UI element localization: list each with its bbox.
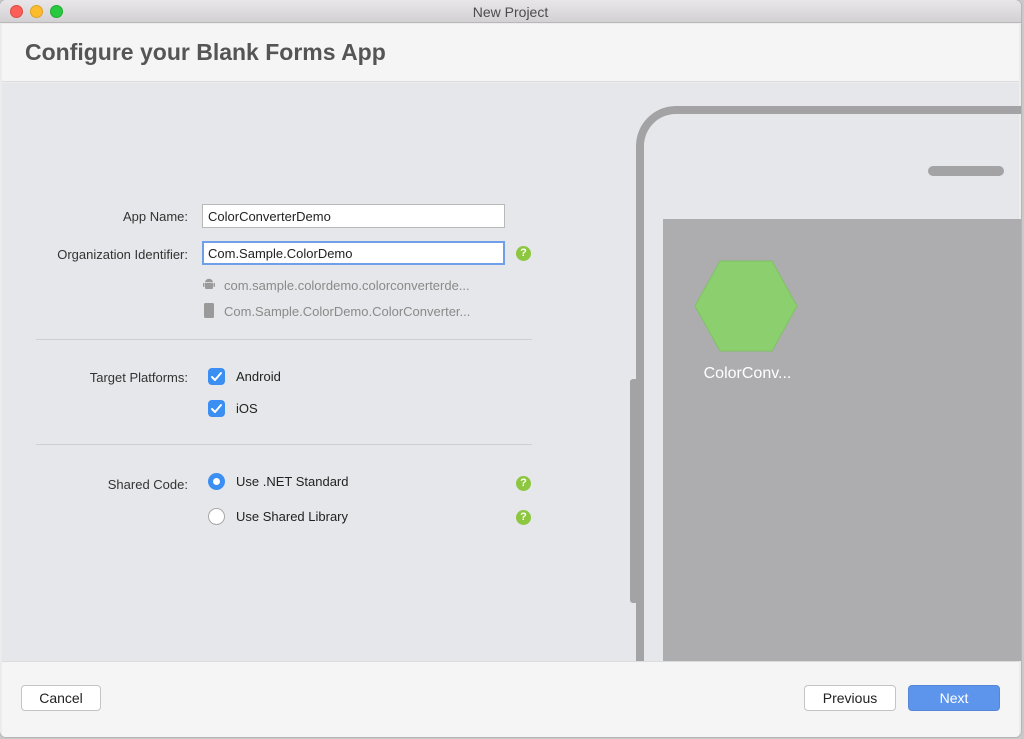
org-id-help-icon[interactable]: ? <box>516 246 531 261</box>
net-standard-label[interactable]: Use .NET Standard <box>236 474 348 489</box>
ios-label[interactable]: iOS <box>236 401 258 416</box>
section-divider <box>36 444 532 445</box>
android-label[interactable]: Android <box>236 369 281 384</box>
app-preview-name: ColorConv... <box>690 365 805 383</box>
window-title: New Project <box>0 4 1021 20</box>
net-standard-radio[interactable] <box>208 473 225 490</box>
shared-code-label: Shared Code: <box>32 477 188 492</box>
title-bar: New Project <box>0 0 1021 23</box>
ios-checkbox[interactable] <box>208 400 225 417</box>
footer-bar: Cancel Previous Next <box>2 661 1019 737</box>
page-header: Configure your Blank Forms App <box>2 24 1019 82</box>
net-standard-help-icon[interactable]: ? <box>516 476 531 491</box>
ios-device-icon <box>204 303 214 318</box>
target-platforms-label: Target Platforms: <box>32 370 188 385</box>
next-button[interactable]: Next <box>908 685 1000 711</box>
app-hexagon-icon <box>694 260 798 352</box>
organization-identifier-input[interactable] <box>202 241 505 265</box>
phone-side-button <box>630 379 638 603</box>
checkmark-icon <box>210 370 223 383</box>
android-icon <box>203 278 215 291</box>
checkmark-icon <box>210 402 223 415</box>
shared-library-label[interactable]: Use Shared Library <box>236 509 348 524</box>
phone-speaker <box>928 166 1004 176</box>
section-divider <box>36 339 532 340</box>
app-name-input[interactable] <box>202 204 505 228</box>
new-project-window: New Project Configure your Blank Forms A… <box>0 0 1021 737</box>
shared-library-radio[interactable] <box>208 508 225 525</box>
ios-bundle-identifier: Com.Sample.ColorDemo.ColorConverter... <box>224 304 470 319</box>
shared-library-help-icon[interactable]: ? <box>516 510 531 525</box>
cancel-button[interactable]: Cancel <box>21 685 101 711</box>
android-package-name: com.sample.colordemo.colorconverterde... <box>224 278 470 293</box>
previous-button[interactable]: Previous <box>804 685 896 711</box>
page-title: Configure your Blank Forms App <box>25 39 386 66</box>
app-name-label: App Name: <box>32 209 188 224</box>
organization-identifier-label: Organization Identifier: <box>12 247 188 262</box>
android-checkbox[interactable] <box>208 368 225 385</box>
